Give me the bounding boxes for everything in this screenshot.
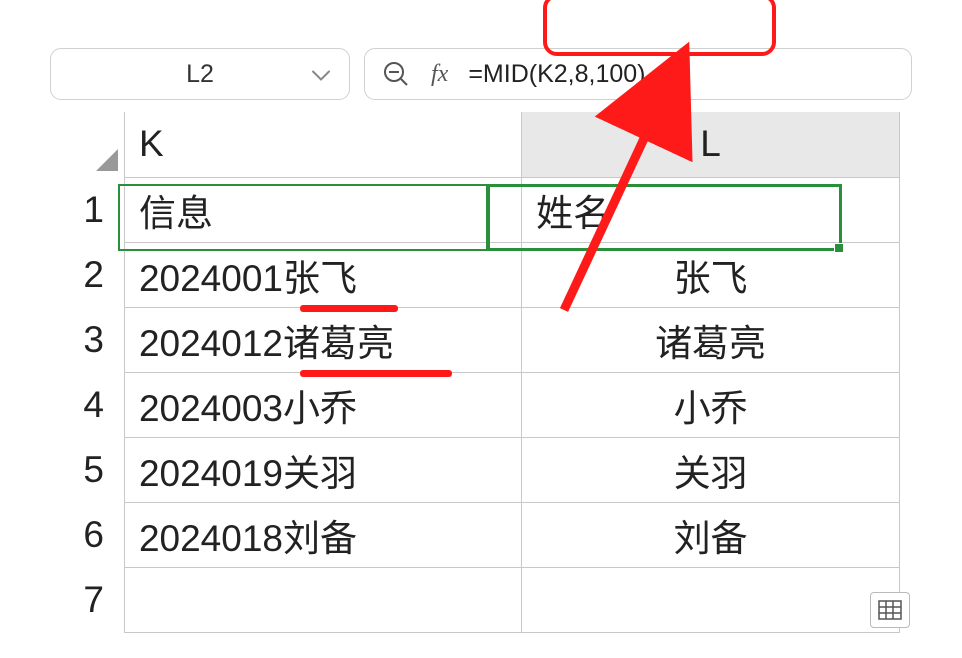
name-box-value: L2: [186, 60, 214, 89]
formula-input[interactable]: =MID(K2,8,100): [468, 60, 645, 89]
row-header-2[interactable]: 2: [30, 242, 124, 307]
row-header-4[interactable]: 4: [30, 372, 124, 437]
row-header-6[interactable]: 6: [30, 502, 124, 567]
cell-k1[interactable]: 信息: [124, 177, 521, 242]
cell-k5[interactable]: 2024019关羽: [124, 437, 521, 502]
row-header-7[interactable]: 7: [30, 567, 124, 632]
chevron-down-icon: [311, 60, 331, 89]
zoom-out-icon[interactable]: [381, 59, 411, 89]
row-header-3[interactable]: 3: [30, 307, 124, 372]
cell-k3[interactable]: 2024012诸葛亮: [124, 307, 521, 372]
cell-l6[interactable]: 刘备: [522, 502, 900, 567]
column-header-k[interactable]: K: [124, 112, 521, 177]
formula-bar[interactable]: fx =MID(K2,8,100): [364, 48, 912, 100]
cell-k7[interactable]: [124, 567, 521, 632]
row-header-1[interactable]: 1: [30, 177, 124, 242]
cell-l1[interactable]: 姓名: [522, 177, 900, 242]
cell-k6[interactable]: 2024018刘备: [124, 502, 521, 567]
fx-label[interactable]: fx: [431, 61, 448, 88]
name-box[interactable]: L2: [50, 48, 350, 100]
cell-k2[interactable]: 2024001张飞: [124, 242, 521, 307]
row-header-5[interactable]: 5: [30, 437, 124, 502]
cell-l5[interactable]: 关羽: [522, 437, 900, 502]
column-header-l[interactable]: L: [522, 112, 900, 177]
cell-k4[interactable]: 2024003小乔: [124, 372, 521, 437]
cell-l2[interactable]: 张飞: [522, 242, 900, 307]
cell-l4[interactable]: 小乔: [522, 372, 900, 437]
table-options-icon[interactable]: [870, 592, 910, 628]
select-all-corner[interactable]: [30, 112, 124, 177]
cell-l3[interactable]: 诸葛亮: [522, 307, 900, 372]
spreadsheet-grid[interactable]: K L 1 信息 姓名 2 2024001张飞 张飞 3 2024012诸葛亮 …: [30, 112, 900, 633]
cell-l7[interactable]: [522, 567, 900, 632]
